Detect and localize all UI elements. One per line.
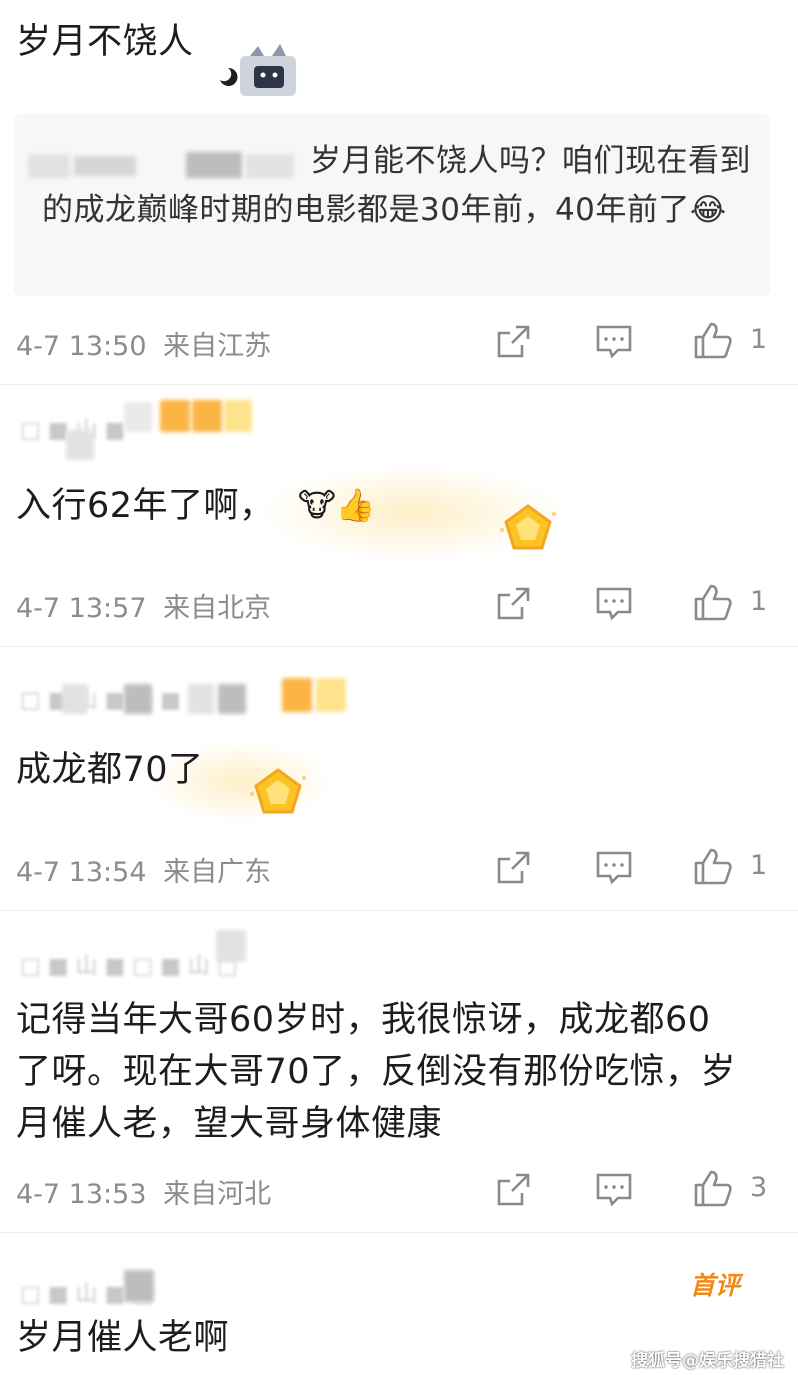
comment-icon[interactable]	[594, 1170, 634, 1210]
cow-thumbs-emoji: 🐮👍	[298, 486, 376, 524]
like-count: 1	[750, 850, 768, 881]
comment-location: 来自河北	[163, 1179, 272, 1210]
username-redacted: □ ■ 山 ■ □ ■	[20, 676, 350, 718]
comment-icon[interactable]	[594, 848, 634, 888]
comment-text: 成龙都70了	[16, 750, 204, 790]
share-icon[interactable]	[494, 322, 534, 362]
like-count: 1	[750, 586, 768, 617]
avatar-sticker	[206, 42, 306, 98]
share-icon[interactable]	[494, 584, 534, 624]
comment-icon[interactable]	[594, 322, 634, 362]
comment-meta: 4-7 13:57 来自北京	[16, 586, 271, 625]
comment-time: 4-7 13:50	[16, 331, 147, 362]
like-count: 3	[750, 1172, 768, 1203]
comment-time: 4-7 13:54	[16, 857, 147, 888]
comment-divider	[0, 910, 798, 911]
comment-time: 4-7 13:57	[16, 593, 147, 624]
like-count: 1	[750, 324, 768, 355]
comment-divider	[0, 1232, 798, 1233]
comment-text: 岁月不饶人	[16, 22, 194, 62]
comment-location: 来自北京	[163, 593, 272, 624]
quoted-reply-text: 岁月能不饶人吗？咱们现在看到的成龙巅峰时期的电影都是30年前，40年前了😂	[42, 143, 751, 228]
comment-text: 记得当年大哥60岁时，我很惊讶，成龙都60了呀。现在大哥70了，反倒没有那份吃惊…	[16, 1000, 737, 1144]
username-redacted: □ ■ 山 ■ □	[20, 1266, 200, 1307]
first-comment-badge: 首评	[690, 1271, 741, 1300]
comment-text: 入行62年了啊，	[16, 486, 275, 526]
comment-time: 4-7 13:53	[16, 1179, 147, 1210]
like-icon[interactable]	[692, 846, 732, 886]
username-redacted: □ ■ 山 ■ □ ■ 山 □	[20, 930, 290, 979]
share-icon[interactable]	[494, 1170, 534, 1210]
comment-meta: 4-7 13:54 来自广东	[16, 850, 271, 889]
share-icon[interactable]	[494, 848, 534, 888]
like-icon[interactable]	[692, 582, 732, 622]
comment-location: 来自广东	[163, 857, 272, 888]
medal-icon	[496, 500, 560, 560]
comment-meta: 4-7 13:53 来自河北	[16, 1172, 271, 1211]
like-icon[interactable]	[692, 1168, 732, 1208]
comment-meta: 4-7 13:50 来自江苏	[16, 324, 271, 363]
username-redacted: □ ■ 山 ■	[20, 400, 252, 466]
comment-divider	[0, 646, 798, 647]
like-icon[interactable]	[692, 320, 732, 360]
comment-text: 岁月催人老啊	[16, 1318, 230, 1358]
comment-icon[interactable]	[594, 584, 634, 624]
medal-icon	[246, 764, 310, 824]
comment-divider	[0, 384, 798, 385]
watermark: 搜狐号@娱乐搜猎社	[631, 1351, 784, 1371]
comment-location: 来自江苏	[163, 331, 272, 362]
